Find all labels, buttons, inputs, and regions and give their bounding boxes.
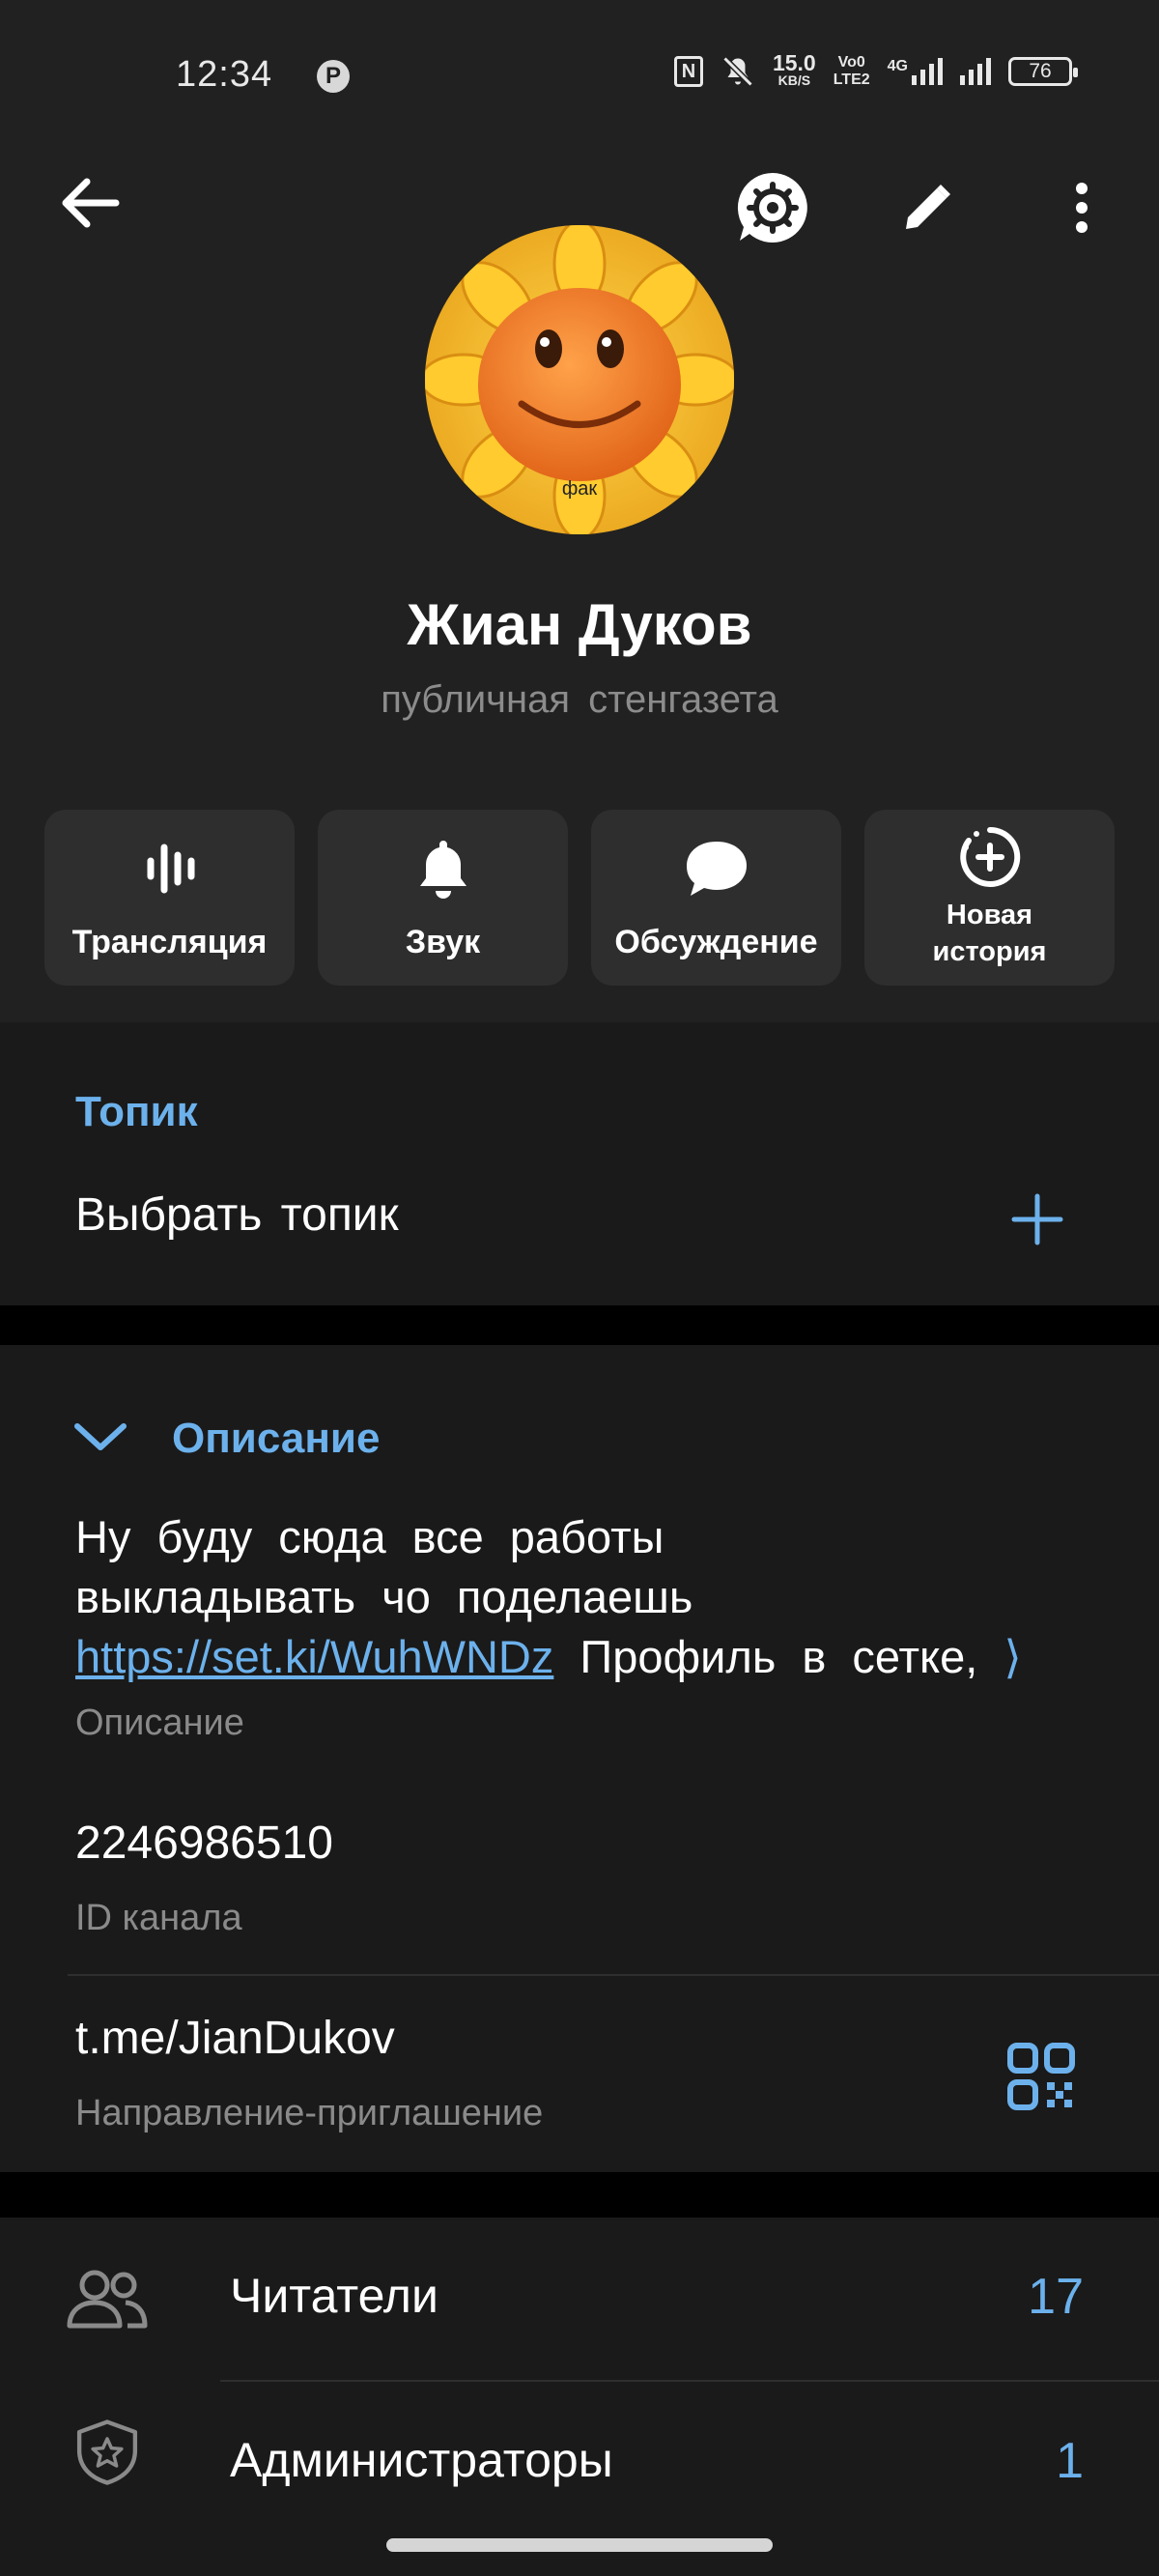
- nfc-icon: N: [673, 56, 703, 87]
- subscribers-row[interactable]: Читатели 17: [0, 2218, 1159, 2382]
- qr-code-icon[interactable]: [1006, 2042, 1076, 2111]
- gesture-navigation-bar[interactable]: [386, 2538, 773, 2552]
- channel-id-value: 2246986510: [75, 1818, 333, 1869]
- channel-id-row[interactable]: 2246986510 ID канала: [0, 1797, 1159, 1952]
- battery-icon: 76: [1008, 57, 1078, 86]
- subscribers-count: 17: [1028, 2269, 1084, 2325]
- arrow-left-icon: [62, 178, 120, 228]
- more-options-button[interactable]: [1043, 169, 1120, 246]
- action-label: Трансляция: [71, 924, 268, 960]
- choose-topic-row[interactable]: Выбрать топик: [0, 1167, 1159, 1274]
- description-section-title: Описание: [172, 1415, 381, 1462]
- description-toggle[interactable]: Описание: [58, 1403, 444, 1471]
- administrators-count: 1: [1056, 2433, 1084, 2489]
- action-label: Обсуждение: [614, 924, 818, 960]
- chevron-down-icon: [74, 1423, 127, 1450]
- action-label: Новая история: [932, 900, 1047, 967]
- status-bar: 12:34 P N 15.0 KB/S Vo0 LTE2 4G 76: [0, 0, 1159, 155]
- mute-bell-icon: [722, 56, 753, 87]
- description-link[interactable]: https://set.ki/WuhWNDz: [75, 1631, 553, 1682]
- plus-icon: [1011, 1193, 1063, 1245]
- avatar[interactable]: фак: [425, 225, 734, 534]
- signal-4g-icon: 4G: [888, 58, 943, 85]
- invite-link-row[interactable]: t.me/JianDukov Направление-приглашение: [0, 1990, 1159, 2164]
- edit-button[interactable]: [889, 169, 966, 246]
- subscribers-label: Читатели: [230, 2269, 438, 2323]
- members-section: Читатели 17 Администраторы 1: [0, 2218, 1159, 2576]
- users-icon: [67, 2270, 148, 2329]
- action-label: Звук: [405, 924, 481, 960]
- pencil-icon: [906, 185, 950, 229]
- divider: [68, 1974, 1159, 1976]
- channel-type: публичная стенгазета: [381, 678, 778, 721]
- discussion-button[interactable]: Обсуждение: [591, 810, 841, 986]
- description-caption: Описание: [75, 1703, 244, 1743]
- action-buttons: Трансляция Звук Обсуждение Новая история: [44, 810, 1115, 986]
- description-text: Ну буду сюда все работы выкладывать чо п…: [75, 1511, 1022, 1682]
- choose-topic-label: Выбрать топик: [75, 1189, 399, 1241]
- more-vertical-icon: [1076, 183, 1088, 233]
- volte-indicator: Vo0 LTE2: [833, 54, 870, 88]
- topic-section: Топик Выбрать топик: [0, 1022, 1159, 1305]
- live-stream-button[interactable]: Трансляция: [44, 810, 295, 986]
- signal-icon: [960, 58, 991, 85]
- topic-section-title: Топик: [75, 1088, 198, 1135]
- live-stream-icon: [147, 844, 194, 894]
- chat-bubble-icon: [686, 842, 747, 896]
- new-story-button[interactable]: Новая история: [864, 810, 1115, 986]
- avatar-caption: фак: [561, 478, 598, 500]
- channel-name: Жиан Дуков: [407, 592, 752, 657]
- pinterest-icon: P: [317, 60, 350, 93]
- add-story-icon: [959, 826, 1020, 887]
- shield-star-icon: [76, 2419, 138, 2485]
- invite-link-caption: Направление-приглашение: [75, 2093, 544, 2133]
- administrators-label: Администраторы: [230, 2433, 613, 2487]
- invite-link-value: t.me/JianDukov: [75, 2013, 395, 2064]
- sound-button[interactable]: Звук: [318, 810, 568, 986]
- network-speed: 15.0 KB/S: [772, 50, 816, 89]
- profile-header: 12:34 P N 15.0 KB/S Vo0 LTE2 4G 76 фак Ж…: [0, 0, 1159, 1022]
- chat-settings-button[interactable]: [734, 169, 811, 246]
- status-time: 12:34: [176, 54, 273, 95]
- status-icons: N 15.0 KB/S Vo0 LTE2 4G 76: [673, 50, 1078, 89]
- back-button[interactable]: [56, 174, 124, 232]
- chat-settings-icon: [737, 172, 807, 243]
- administrators-row[interactable]: Администраторы 1: [0, 2382, 1159, 2546]
- bell-icon: [419, 841, 466, 899]
- expand-description-icon[interactable]: ⟩: [1004, 1631, 1021, 1682]
- channel-id-caption: ID канала: [75, 1898, 242, 1938]
